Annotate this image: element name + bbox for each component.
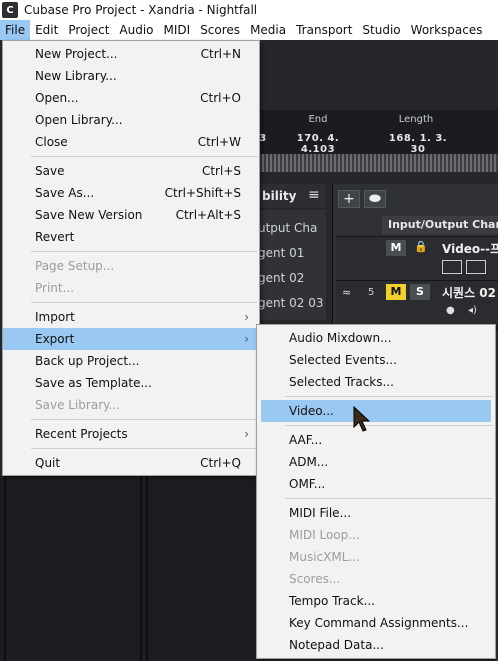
- menu-file[interactable]: File: [0, 20, 31, 40]
- submenu-arrow-icon: ›: [244, 427, 249, 441]
- menu-separator: [285, 425, 493, 426]
- menu-scores[interactable]: Scores: [195, 20, 245, 40]
- menu-item-musicxml: MusicXML...: [289, 550, 360, 564]
- track-name-video[interactable]: Video--프: [442, 240, 498, 257]
- menu-item-new-library[interactable]: New Library...: [3, 65, 259, 87]
- window-title: Cubase Pro Project - Xandria - Nightfall: [24, 3, 258, 17]
- menu-separator: [31, 251, 257, 252]
- menu-media[interactable]: Media: [245, 20, 291, 40]
- menu-separator: [285, 396, 493, 397]
- menu-item-adm[interactable]: ADM...: [257, 451, 495, 473]
- title-bar: C Cubase Pro Project - Xandria - Nightfa…: [0, 0, 498, 20]
- menu-item-back-up-project[interactable]: Back up Project...: [3, 350, 259, 372]
- mute-button-active[interactable]: M: [386, 284, 406, 300]
- file-menu: New Project... Ctrl+N New Library... Open…: [2, 40, 260, 476]
- video-thumbnail-icon[interactable]: [442, 260, 462, 274]
- mouse-cursor-icon: [353, 406, 371, 432]
- visibility-item[interactable]: gent 01: [258, 246, 304, 260]
- menu-separator: [285, 498, 493, 499]
- menu-item-save-as-template[interactable]: Save as Template...: [3, 372, 259, 394]
- menu-item-new-project[interactable]: New Project... Ctrl+N: [3, 43, 259, 65]
- menu-item-open[interactable]: Open... Ctrl+O: [3, 87, 259, 109]
- menu-item-close[interactable]: Close Ctrl+W: [3, 131, 259, 153]
- menu-midi[interactable]: MIDI: [159, 20, 196, 40]
- menu-separator: [31, 448, 257, 449]
- end-value[interactable]: 170. 4. 4.103: [286, 133, 350, 155]
- menu-item-omf[interactable]: OMF...: [257, 473, 495, 495]
- menu-item-selected-events[interactable]: Selected Events...: [257, 349, 495, 371]
- visibility-item[interactable]: gent 02 03: [258, 296, 323, 310]
- menu-studio[interactable]: Studio: [357, 20, 405, 40]
- divider: [4, 476, 6, 661]
- menu-item-selected-tracks[interactable]: Selected Tracks...: [257, 371, 495, 393]
- menu-edit[interactable]: Edit: [30, 20, 63, 40]
- menu-bar: File Edit Project Audio MIDI Scores Medi…: [0, 20, 498, 40]
- export-submenu: Audio Mixdown... Selected Events... Sele…: [256, 324, 496, 659]
- record-icon[interactable]: ●: [446, 305, 455, 316]
- mute-button[interactable]: M: [386, 240, 406, 256]
- menu-project[interactable]: Project: [63, 20, 114, 40]
- menu-audio[interactable]: Audio: [114, 20, 158, 40]
- menu-item-save[interactable]: Save Ctrl+S: [3, 160, 259, 182]
- menu-item-key-command-assignments[interactable]: Key Command Assignments...: [257, 612, 495, 634]
- divider: [140, 476, 142, 661]
- add-track-preset-icon[interactable]: ⬬: [364, 190, 386, 208]
- menu-separator: [31, 302, 257, 303]
- menu-item-midi-loop: MIDI Loop...: [289, 528, 360, 542]
- visibility-item[interactable]: utput Cha: [258, 221, 317, 235]
- menu-item-midi-file[interactable]: MIDI File...: [257, 502, 495, 524]
- io-channel-folder[interactable]: Input/Output Channe: [382, 216, 498, 234]
- menu-item-save-as[interactable]: Save As... Ctrl+Shift+S: [3, 182, 259, 204]
- menu-item-tempo-track[interactable]: Tempo Track...: [257, 590, 495, 612]
- submenu-arrow-icon: ›: [244, 332, 249, 346]
- menu-item-notepad-data[interactable]: Notepad Data...: [257, 634, 495, 656]
- submenu-arrow-icon: ›: [244, 310, 249, 324]
- cubase-app-icon: C: [2, 2, 18, 18]
- end-label: End: [308, 114, 328, 125]
- solo-button[interactable]: S: [410, 284, 430, 300]
- speaker-icon[interactable]: ◂): [468, 305, 477, 316]
- menu-item-save-library: Save Library...: [35, 398, 120, 412]
- lower-zone: [0, 476, 258, 661]
- menu-transport[interactable]: Transport: [291, 20, 357, 40]
- menu-item-page-setup: Page Setup...: [35, 259, 115, 273]
- track-name-sequence[interactable]: 시퀀스 02: [442, 284, 496, 301]
- menu-item-scores: Scores...: [289, 572, 341, 586]
- menu-item-quit[interactable]: Quit Ctrl+Q: [3, 452, 259, 474]
- add-track-icon[interactable]: +: [338, 190, 360, 208]
- length-label: Length: [398, 114, 434, 125]
- length-value[interactable]: 168. 1. 3. 30: [380, 133, 456, 155]
- divider: [146, 476, 148, 661]
- menu-item-recent-projects[interactable]: Recent Projects ›: [3, 423, 259, 445]
- waveform-icon: ≈: [342, 286, 352, 299]
- ruler-strip[interactable]: [258, 154, 498, 172]
- menu-item-export[interactable]: Export ›: [3, 328, 259, 350]
- menu-item-save-new-version[interactable]: Save New Version Ctrl+Alt+S: [3, 204, 259, 226]
- menu-item-revert[interactable]: Revert: [3, 226, 259, 248]
- menu-item-import[interactable]: Import ›: [3, 306, 259, 328]
- menu-item-aaf[interactable]: AAF...: [257, 429, 495, 451]
- menu-item-video[interactable]: Video...: [261, 400, 491, 422]
- menu-separator: [31, 156, 257, 157]
- menu-workspaces[interactable]: Workspaces: [406, 20, 488, 40]
- video-frames-icon[interactable]: [466, 260, 486, 274]
- menu-lines-icon[interactable]: ≡: [308, 188, 322, 202]
- menu-separator: [31, 419, 257, 420]
- menu-item-audio-mixdown[interactable]: Audio Mixdown...: [257, 327, 495, 349]
- track-number: 5: [368, 287, 375, 298]
- visibility-item[interactable]: gent 02: [258, 271, 304, 285]
- menu-item-open-library[interactable]: Open Library...: [3, 109, 259, 131]
- lock-icon[interactable]: 🔒: [414, 240, 428, 253]
- menu-item-print: Print...: [35, 281, 75, 295]
